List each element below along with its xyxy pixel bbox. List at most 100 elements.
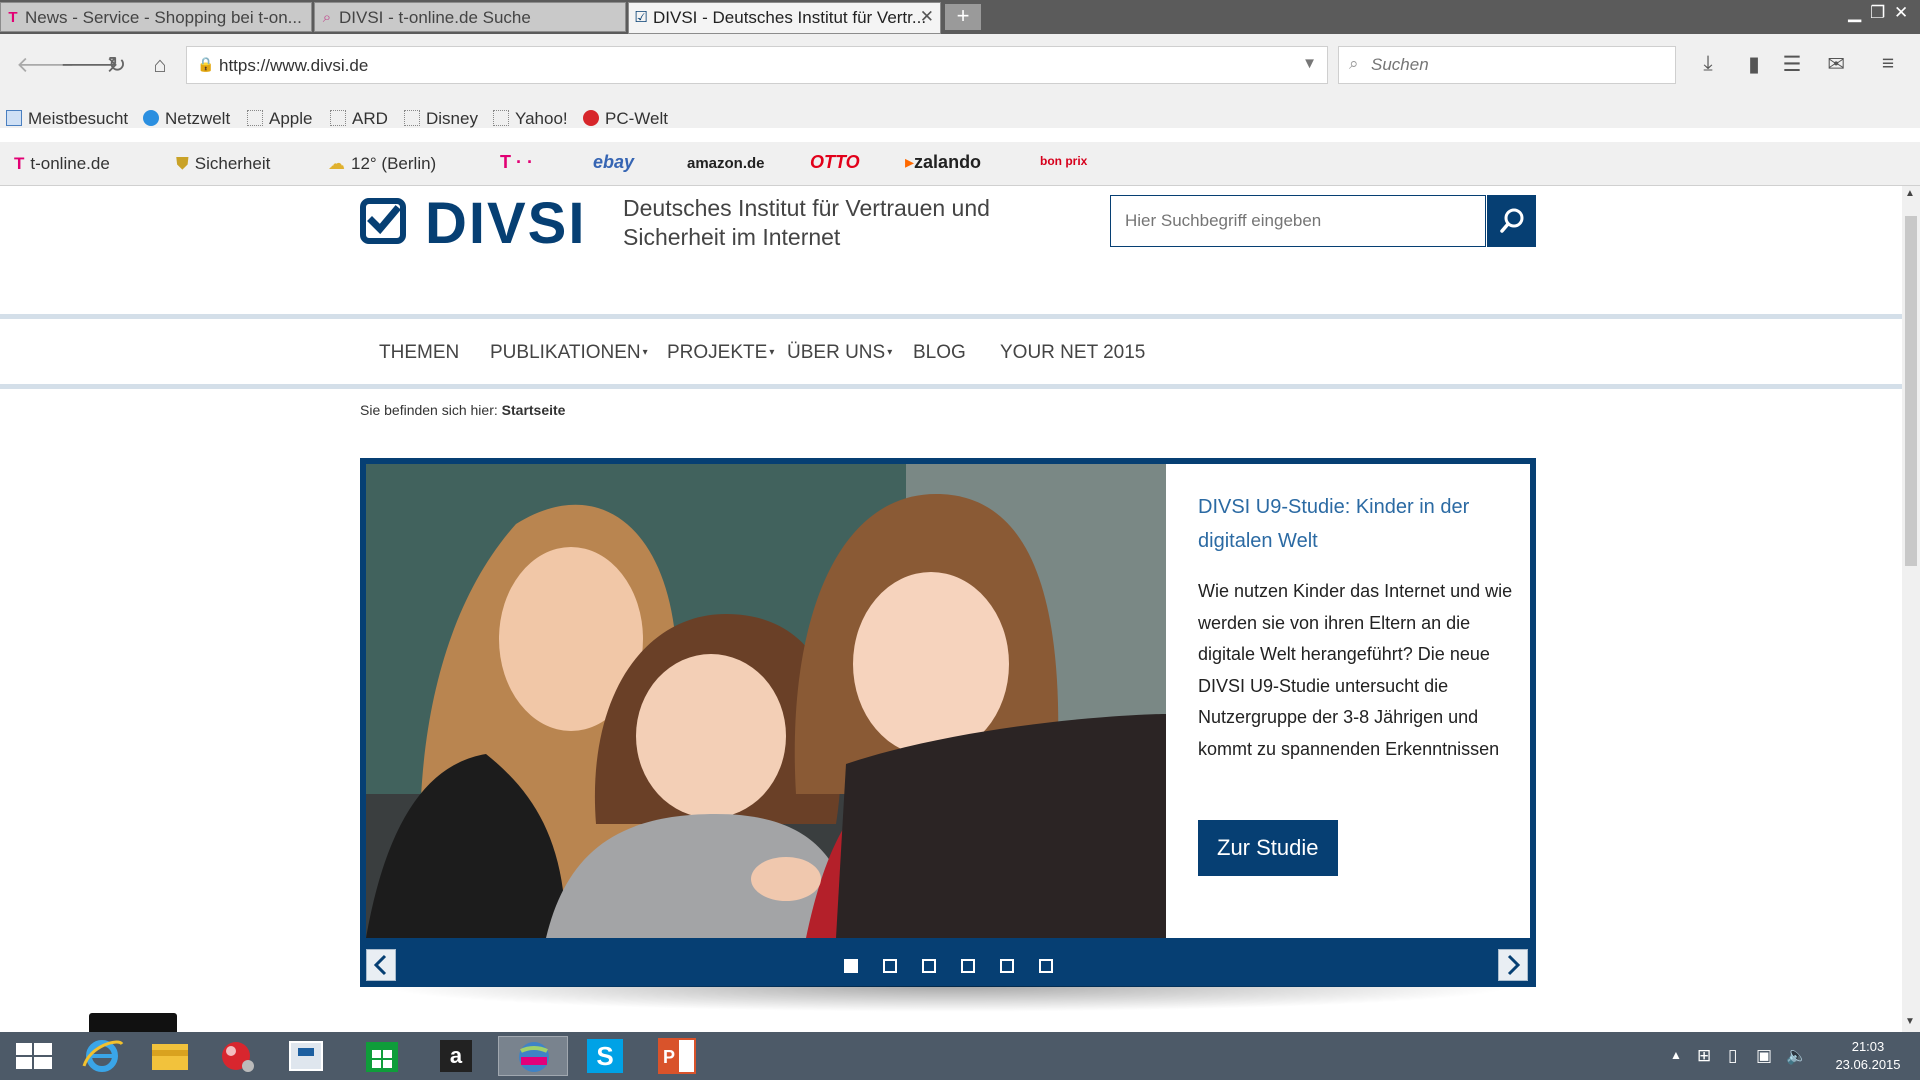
taskbar-store[interactable] bbox=[350, 1036, 414, 1076]
browser-search-box[interactable]: ⌕ bbox=[1338, 46, 1676, 84]
slider-dot-4[interactable] bbox=[961, 959, 975, 973]
slider-dot-2[interactable] bbox=[883, 959, 897, 973]
menu-your-net-2015[interactable]: YOUR NET 2015 bbox=[1000, 342, 1145, 364]
telekom-icon: T bbox=[14, 154, 25, 173]
restore-icon[interactable]: ❐ bbox=[1870, 3, 1885, 23]
network-icon[interactable]: ▣ bbox=[1756, 1046, 1772, 1066]
zur-studie-button[interactable]: Zur Studie bbox=[1198, 820, 1338, 876]
taskbar-app-security[interactable] bbox=[206, 1036, 270, 1076]
url-bar[interactable]: 🔒 https://www.divsi.de ▼ bbox=[186, 46, 1328, 84]
action-center-icon[interactable]: ⊞ bbox=[1697, 1046, 1711, 1066]
page-scrollbar[interactable]: ▲ ▼ bbox=[1902, 186, 1920, 1032]
floating-toolbar-tab[interactable] bbox=[89, 1013, 177, 1032]
menu-ueber-uns[interactable]: ÜBER UNS ▾ bbox=[787, 342, 892, 364]
telekom-favicon-icon: T bbox=[8, 9, 18, 26]
link-label: 12° (Berlin) bbox=[351, 154, 437, 173]
tray-expand-icon[interactable]: ▲ bbox=[1670, 1048, 1682, 1062]
children-with-laptop-photo bbox=[366, 464, 1166, 938]
forward-icon[interactable]: 🡒 bbox=[60, 52, 119, 78]
slide-title-link[interactable]: DIVSI U9-Studie: Kinder in der digitalen… bbox=[1198, 490, 1518, 558]
battery-icon[interactable]: ▯ bbox=[1728, 1046, 1737, 1066]
link-tonline[interactable]: Tt-online.de bbox=[14, 154, 110, 174]
mail-icon[interactable]: ✉ bbox=[1821, 52, 1851, 77]
browser-search-input[interactable] bbox=[1371, 55, 1661, 75]
slider-dot-6[interactable] bbox=[1039, 959, 1053, 973]
back-icon[interactable]: 🡐 bbox=[16, 52, 75, 78]
start-button[interactable] bbox=[2, 1036, 66, 1076]
taskbar-app-window[interactable] bbox=[274, 1036, 338, 1076]
tab-label: DIVSI - t-online.de Suche bbox=[339, 8, 531, 27]
scroll-up-icon[interactable]: ▲ bbox=[1905, 188, 1915, 199]
url-text[interactable]: https://www.divsi.de bbox=[219, 56, 368, 76]
url-dropdown-icon[interactable]: ▼ bbox=[1302, 55, 1317, 72]
site-logo[interactable]: DIVSI bbox=[425, 190, 587, 257]
bookmark-pcwelt[interactable]: PC-Welt bbox=[583, 109, 668, 129]
menu-label: ÜBER UNS bbox=[787, 342, 886, 363]
slide-image[interactable] bbox=[366, 464, 1166, 938]
globe-browser-icon bbox=[519, 1042, 549, 1072]
hero-slider: DIVSI U9-Studie: Kinder in der digitalen… bbox=[360, 458, 1536, 944]
link-weather[interactable]: ☁ 12° (Berlin) bbox=[328, 154, 436, 174]
link-sicherheit[interactable]: ⛊ Sicherheit bbox=[176, 154, 270, 174]
bookmark-icon[interactable]: ▮ bbox=[1739, 52, 1769, 77]
site-search-button[interactable] bbox=[1487, 195, 1536, 247]
close-window-icon[interactable]: ✕ bbox=[1894, 3, 1908, 23]
link-zalando[interactable]: ▸zalando bbox=[905, 152, 981, 173]
bookmark-ard[interactable]: ARD bbox=[330, 109, 388, 129]
tab-tonline-news[interactable]: T News - Service - Shopping bei t-on... bbox=[0, 2, 312, 32]
search-favicon-icon: ⌕ bbox=[322, 9, 332, 26]
site-tagline: Deutsches Institut für Vertrauen und Sic… bbox=[623, 195, 990, 250]
clock-date: 23.06.2015 bbox=[1835, 1057, 1901, 1072]
link-ebay[interactable]: ebay bbox=[593, 152, 634, 173]
menu-divider-top bbox=[0, 314, 1902, 319]
menu-themen[interactable]: THEMEN bbox=[379, 342, 459, 364]
bookmarks-bar: Meistbesucht Netzwelt Apple ARD Disney Y… bbox=[0, 100, 1920, 138]
taskbar-file-explorer[interactable] bbox=[138, 1036, 202, 1076]
taskbar-browser-active[interactable] bbox=[498, 1036, 568, 1076]
slider-dot-5[interactable] bbox=[1000, 959, 1014, 973]
slider-dot-3[interactable] bbox=[922, 959, 936, 973]
bookmark-yahoo[interactable]: Yahoo! bbox=[493, 109, 568, 129]
menu-publikationen[interactable]: PUBLIKATIONEN ▾ bbox=[490, 342, 648, 364]
new-tab-button[interactable]: + bbox=[945, 4, 981, 30]
close-tab-icon[interactable]: ✕ bbox=[920, 7, 934, 27]
menu-icon[interactable]: ≡ bbox=[1873, 52, 1903, 76]
tab-divsi-search[interactable]: ⌕ DIVSI - t-online.de Suche bbox=[314, 2, 626, 32]
menu-projekte[interactable]: PROJEKTE ▾ bbox=[667, 342, 774, 364]
reload-icon[interactable]: ↻ bbox=[103, 52, 131, 78]
taskbar-powerpoint[interactable]: P bbox=[642, 1036, 712, 1076]
breadcrumb-prefix: Sie befinden sich hier: bbox=[360, 402, 498, 418]
divsi-logo-icon[interactable] bbox=[360, 198, 406, 244]
taskbar-clock[interactable]: 21:03 23.06.2015 bbox=[1820, 1038, 1916, 1074]
site-search-input[interactable] bbox=[1125, 211, 1425, 231]
slider-prev-button[interactable] bbox=[366, 949, 396, 981]
scroll-down-icon[interactable]: ▼ bbox=[1905, 1016, 1915, 1027]
link-otto[interactable]: OTTO bbox=[810, 152, 860, 173]
tab-divsi-active[interactable]: ☑ DIVSI - Deutsches Institut für Vertr..… bbox=[628, 2, 941, 34]
shield-icon: ⛊ bbox=[176, 154, 189, 173]
menu-label: PROJEKTE bbox=[667, 342, 768, 363]
list-icon[interactable]: ☰ bbox=[1777, 52, 1807, 77]
bookmark-disney[interactable]: Disney bbox=[404, 109, 478, 129]
link-amazon[interactable]: amazon.de bbox=[687, 155, 765, 172]
link-telekom[interactable]: T · · bbox=[500, 152, 533, 173]
bookmark-apple[interactable]: Apple bbox=[247, 109, 312, 129]
slider-dot-1[interactable] bbox=[844, 959, 858, 973]
minimize-icon[interactable]: ▁ bbox=[1848, 3, 1861, 23]
scrollbar-thumb[interactable] bbox=[1905, 216, 1917, 566]
download-icon[interactable]: ⤓ bbox=[1693, 52, 1723, 76]
taskbar-amazon[interactable]: a bbox=[424, 1036, 488, 1076]
taskbar-internet-explorer[interactable] bbox=[70, 1036, 134, 1076]
home-icon[interactable]: ⌂ bbox=[146, 52, 174, 78]
site-search-box[interactable] bbox=[1110, 195, 1486, 247]
taskbar-skype[interactable]: S bbox=[570, 1036, 640, 1076]
link-bonprix[interactable]: bon prix bbox=[1040, 155, 1087, 167]
slide-description: Wie nutzen Kinder das Internet und wie w… bbox=[1198, 581, 1513, 759]
menu-blog[interactable]: BLOG bbox=[913, 342, 966, 364]
volume-icon[interactable]: 🔈 bbox=[1786, 1046, 1807, 1066]
bookmark-netzwelt[interactable]: Netzwelt bbox=[143, 109, 230, 129]
slider-next-button[interactable] bbox=[1498, 949, 1528, 981]
bookmark-meistbesucht[interactable]: Meistbesucht bbox=[6, 109, 128, 129]
windows-taskbar: a S P ▲ ⊞ ▯ ▣ 🔈 21:03 23.06.2015 bbox=[0, 1032, 1920, 1080]
bookmark-label: Apple bbox=[269, 109, 313, 128]
